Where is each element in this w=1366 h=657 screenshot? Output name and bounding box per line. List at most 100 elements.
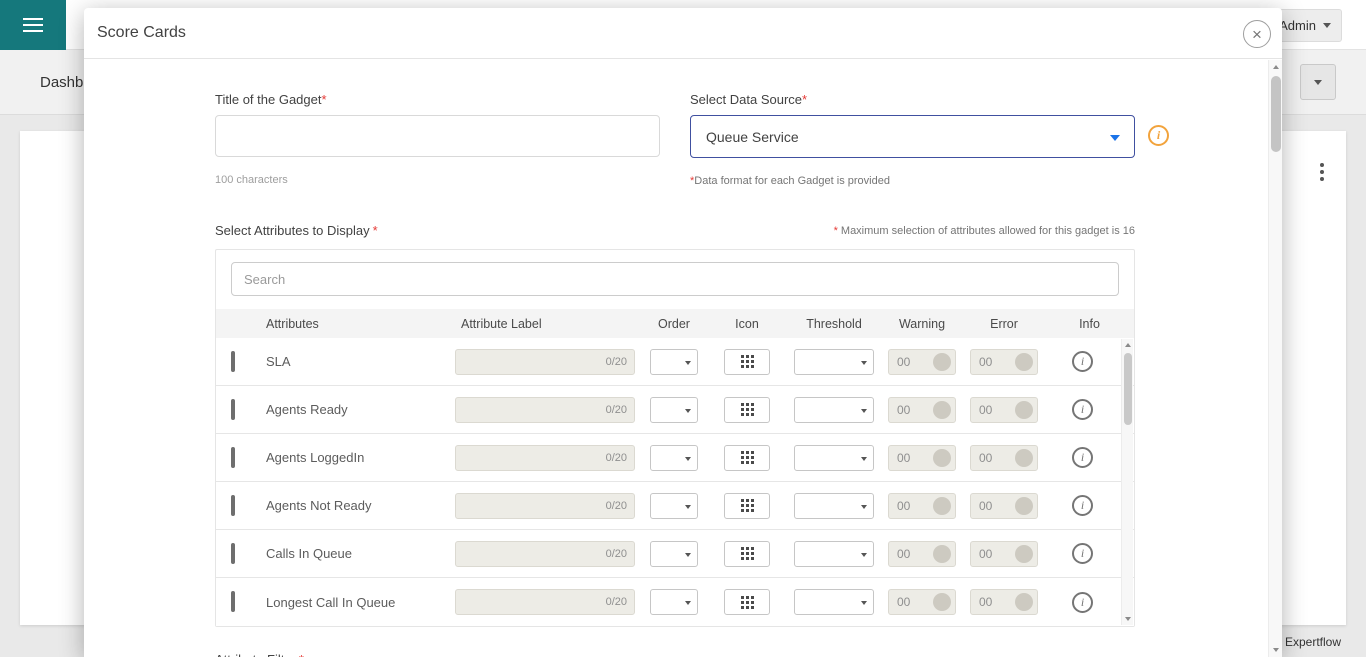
dashboard-dropdown-button[interactable] xyxy=(1300,64,1336,100)
table-header: Attributes Attribute Label Order Icon Th… xyxy=(216,309,1134,338)
modal-body: Title of the Gadget* 100 characters Sele… xyxy=(84,60,1268,657)
scroll-down-icon[interactable] xyxy=(1125,617,1131,621)
icon-picker-button[interactable] xyxy=(724,349,770,375)
data-source-value: Queue Service xyxy=(706,129,799,145)
threshold-select[interactable] xyxy=(794,349,874,375)
threshold-select[interactable] xyxy=(794,541,874,567)
info-icon[interactable]: i xyxy=(1072,543,1093,564)
search-input[interactable] xyxy=(231,262,1119,296)
color-dot-icon xyxy=(1015,545,1033,563)
max-selection-note: * Maximum selection of attributes allowe… xyxy=(834,225,1135,238)
kebab-menu-icon[interactable] xyxy=(1316,159,1328,185)
data-source-select[interactable]: Queue Service xyxy=(690,115,1135,158)
error-input[interactable]: 00 xyxy=(970,349,1038,375)
order-select[interactable] xyxy=(650,541,698,567)
scrollbar-thumb[interactable] xyxy=(1271,76,1281,152)
modal-scrollbar[interactable] xyxy=(1268,60,1282,657)
icon-picker-button[interactable] xyxy=(724,541,770,567)
info-icon[interactable]: i xyxy=(1072,495,1093,516)
scroll-up-icon[interactable] xyxy=(1273,65,1279,69)
data-source-info-icon[interactable]: i xyxy=(1148,125,1169,146)
gadget-title-field-group: Title of the Gadget* 100 characters xyxy=(215,92,660,187)
info-icon[interactable]: i xyxy=(1072,592,1093,613)
table-row: Agents Ready 0/20 00 xyxy=(216,386,1134,434)
char-counter: 0/20 xyxy=(606,452,627,464)
attribute-name: SLA xyxy=(254,354,454,369)
modal-header: Score Cards × xyxy=(84,8,1282,59)
attribute-checkbox[interactable] xyxy=(231,399,235,420)
attribute-checkbox[interactable] xyxy=(231,543,235,564)
attribute-name: Agents Ready xyxy=(254,402,454,417)
error-input[interactable]: 00 xyxy=(970,541,1038,567)
table-scrollbar[interactable] xyxy=(1121,339,1133,625)
scrollbar-thumb[interactable] xyxy=(1124,353,1132,425)
attribute-label-input[interactable]: 0/20 xyxy=(455,589,635,615)
scroll-down-icon[interactable] xyxy=(1273,648,1279,652)
warning-input[interactable]: 00 xyxy=(888,397,956,423)
chevron-down-icon xyxy=(1314,80,1322,85)
attribute-label-input[interactable]: 0/20 xyxy=(455,349,635,375)
chevron-down-icon xyxy=(685,505,691,509)
header-attributes: Attributes xyxy=(254,317,454,331)
warning-input[interactable]: 00 xyxy=(888,493,956,519)
attribute-checkbox[interactable] xyxy=(231,447,235,468)
data-format-helper: *Data format for each Gadget is provided xyxy=(690,175,1135,187)
info-icon[interactable]: i xyxy=(1072,447,1093,468)
order-select[interactable] xyxy=(650,397,698,423)
brand-footer[interactable]: Expertflow xyxy=(1274,635,1341,649)
icon-picker-button[interactable] xyxy=(724,445,770,471)
threshold-select[interactable] xyxy=(794,445,874,471)
warning-input[interactable]: 00 xyxy=(888,349,956,375)
warning-input[interactable]: 00 xyxy=(888,589,956,615)
icon-picker-button[interactable] xyxy=(724,589,770,615)
table-row: Calls In Queue 0/20 00 xyxy=(216,530,1134,578)
hamburger-menu-button[interactable] xyxy=(0,0,66,50)
attribute-label-input[interactable]: 0/20 xyxy=(455,541,635,567)
info-icon[interactable]: i xyxy=(1072,351,1093,372)
header-order: Order xyxy=(641,317,707,331)
scroll-up-icon[interactable] xyxy=(1125,343,1131,347)
attribute-checkbox[interactable] xyxy=(231,495,235,516)
icon-picker-button[interactable] xyxy=(724,397,770,423)
threshold-select[interactable] xyxy=(794,589,874,615)
error-input[interactable]: 00 xyxy=(970,445,1038,471)
color-dot-icon xyxy=(1015,593,1033,611)
threshold-select[interactable] xyxy=(794,493,874,519)
attribute-name: Calls In Queue xyxy=(254,546,454,561)
attribute-label-input[interactable]: 0/20 xyxy=(455,493,635,519)
chevron-down-icon xyxy=(861,601,867,605)
order-select[interactable] xyxy=(650,349,698,375)
header-attribute-label: Attribute Label xyxy=(454,317,641,331)
table-row: SLA 0/20 00 xyxy=(216,338,1134,386)
chevron-down-icon xyxy=(861,409,867,413)
header-icon: Icon xyxy=(707,317,787,331)
icon-picker-button[interactable] xyxy=(724,493,770,519)
table-row: Longest Call In Queue 0/20 00 xyxy=(216,578,1134,626)
attribute-label-input[interactable]: 0/20 xyxy=(455,397,635,423)
warning-input[interactable]: 00 xyxy=(888,541,956,567)
color-dot-icon xyxy=(933,593,951,611)
color-dot-icon xyxy=(1015,449,1033,467)
chevron-down-icon xyxy=(1323,23,1331,28)
grid-icon xyxy=(741,547,754,560)
error-input[interactable]: 00 xyxy=(970,493,1038,519)
attribute-checkbox[interactable] xyxy=(231,591,235,612)
warning-input[interactable]: 00 xyxy=(888,445,956,471)
attribute-label-input[interactable]: 0/20 xyxy=(455,445,635,471)
color-dot-icon xyxy=(933,401,951,419)
order-select[interactable] xyxy=(650,493,698,519)
threshold-select[interactable] xyxy=(794,397,874,423)
grid-icon xyxy=(741,451,754,464)
attribute-checkbox[interactable] xyxy=(231,351,235,372)
chevron-down-icon xyxy=(861,361,867,365)
close-button[interactable]: × xyxy=(1243,20,1271,48)
order-select[interactable] xyxy=(650,445,698,471)
gadget-title-input[interactable] xyxy=(215,115,660,157)
char-counter: 0/20 xyxy=(606,548,627,560)
color-dot-icon xyxy=(933,497,951,515)
error-input[interactable]: 00 xyxy=(970,397,1038,423)
header-threshold: Threshold xyxy=(787,317,881,331)
info-icon[interactable]: i xyxy=(1072,399,1093,420)
error-input[interactable]: 00 xyxy=(970,589,1038,615)
order-select[interactable] xyxy=(650,589,698,615)
